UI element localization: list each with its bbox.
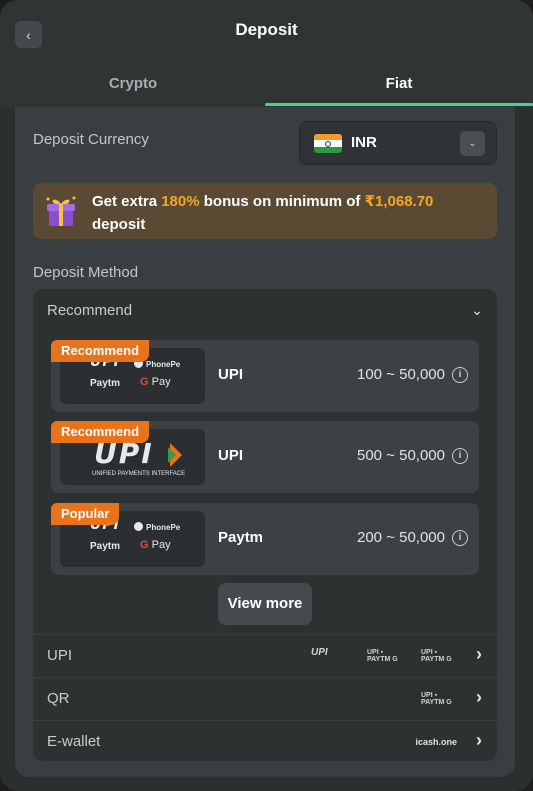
bonus-percent: 180% (161, 193, 200, 210)
payment-range: 100 ~ 50,000 (356, 366, 445, 383)
deposit-method-label: Deposit Method (33, 264, 139, 281)
payment-card-upi-1[interactable]: UPI PhonePe Paytm G Pay Recommend UPI 10… (51, 340, 479, 412)
active-tab-indicator (265, 103, 533, 106)
page-title: Deposit (235, 20, 298, 39)
payment-card-paytm[interactable]: UPI PhonePe Paytm G Pay Popular Paytm 20… (51, 503, 479, 575)
upi-tagline: UNIFIED PAYMENTS INTERFACE (92, 471, 186, 477)
upi-arrow-icon (168, 443, 182, 467)
gpay-logo: G Pay (140, 376, 171, 388)
tab-crypto[interactable]: Crypto (0, 75, 266, 92)
india-flag-icon (314, 134, 342, 153)
view-more-button[interactable]: View more (218, 583, 312, 625)
info-icon[interactable]: i (452, 530, 468, 546)
phonepe-logo: PhonePe (134, 522, 180, 532)
icash-logo: icash.one (415, 737, 457, 747)
info-icon[interactable]: i (452, 367, 468, 383)
upi-phonepe-paytm-gpay-logo: UPI ▪ PAYTM G (421, 649, 452, 663)
tab-fiat[interactable]: Fiat (266, 75, 532, 92)
recommend-badge: Recommend (51, 340, 150, 362)
gpay-logo: G Pay (140, 539, 171, 551)
payment-name: Paytm (218, 529, 264, 546)
chevron-right-icon: › (476, 730, 482, 750)
deposit-currency-label: Deposit Currency (33, 131, 149, 148)
paytm-logo: Paytm (90, 378, 121, 389)
deposit-method-list: Recommend ⌄ UPI PhonePe Paytm G Pay Reco… (33, 289, 497, 761)
method-row-upi[interactable]: UPI UPI UPI ▪ PAYTM G UPI ▪ PAYTM G › (33, 634, 497, 677)
chevron-right-icon: › (476, 687, 482, 707)
info-icon[interactable]: i (452, 448, 468, 464)
bonus-banner: Get extra 180% bonus on minimum of ₹1,06… (33, 183, 497, 239)
payment-name: UPI (218, 447, 244, 464)
method-row-label: UPI (47, 647, 73, 664)
method-row-qr[interactable]: QR UPI ▪ PAYTM G › (33, 677, 497, 720)
chevron-right-icon: › (476, 644, 482, 664)
bonus-amount: ₹1,068.70 (364, 193, 434, 210)
popular-badge: Popular (51, 503, 120, 525)
modal-header: ‹ Deposit Crypto Fiat (0, 0, 533, 107)
gift-icon (46, 196, 76, 226)
payment-card-upi-2[interactable]: UPI UNIFIED PAYMENTS INTERFACE Recommend… (51, 421, 479, 493)
recommend-section-title: Recommend (47, 302, 133, 319)
currency-value: INR (351, 134, 377, 151)
method-row-label: E-wallet (47, 733, 101, 750)
payment-name: UPI (218, 366, 244, 383)
upi-phonepe-paytm-gpay-logo: UPI ▪ PAYTM G (421, 692, 452, 706)
payment-range: 500 ~ 50,000 (356, 447, 445, 464)
currency-select[interactable]: INR ⌄ (299, 121, 497, 165)
chevron-up-icon[interactable]: ⌄ (471, 302, 483, 319)
recommend-badge: Recommend (51, 421, 150, 443)
paytm-logo: Paytm (90, 541, 121, 552)
method-row-ewallet[interactable]: E-wallet icash.one › (33, 720, 497, 761)
chevron-down-icon[interactable]: ⌄ (460, 131, 485, 156)
bonus-text: Get extra 180% bonus on minimum of ₹1,06… (92, 193, 434, 233)
method-row-label: QR (47, 690, 70, 707)
upi-phonepe-paytm-gpay-logo: UPI ▪ PAYTM G (367, 649, 398, 663)
deposit-modal: ‹ Deposit Crypto Fiat Deposit Currency I… (0, 0, 533, 791)
upi-logo: UPI (311, 647, 328, 658)
payment-range: 200 ~ 50,000 (356, 529, 445, 546)
